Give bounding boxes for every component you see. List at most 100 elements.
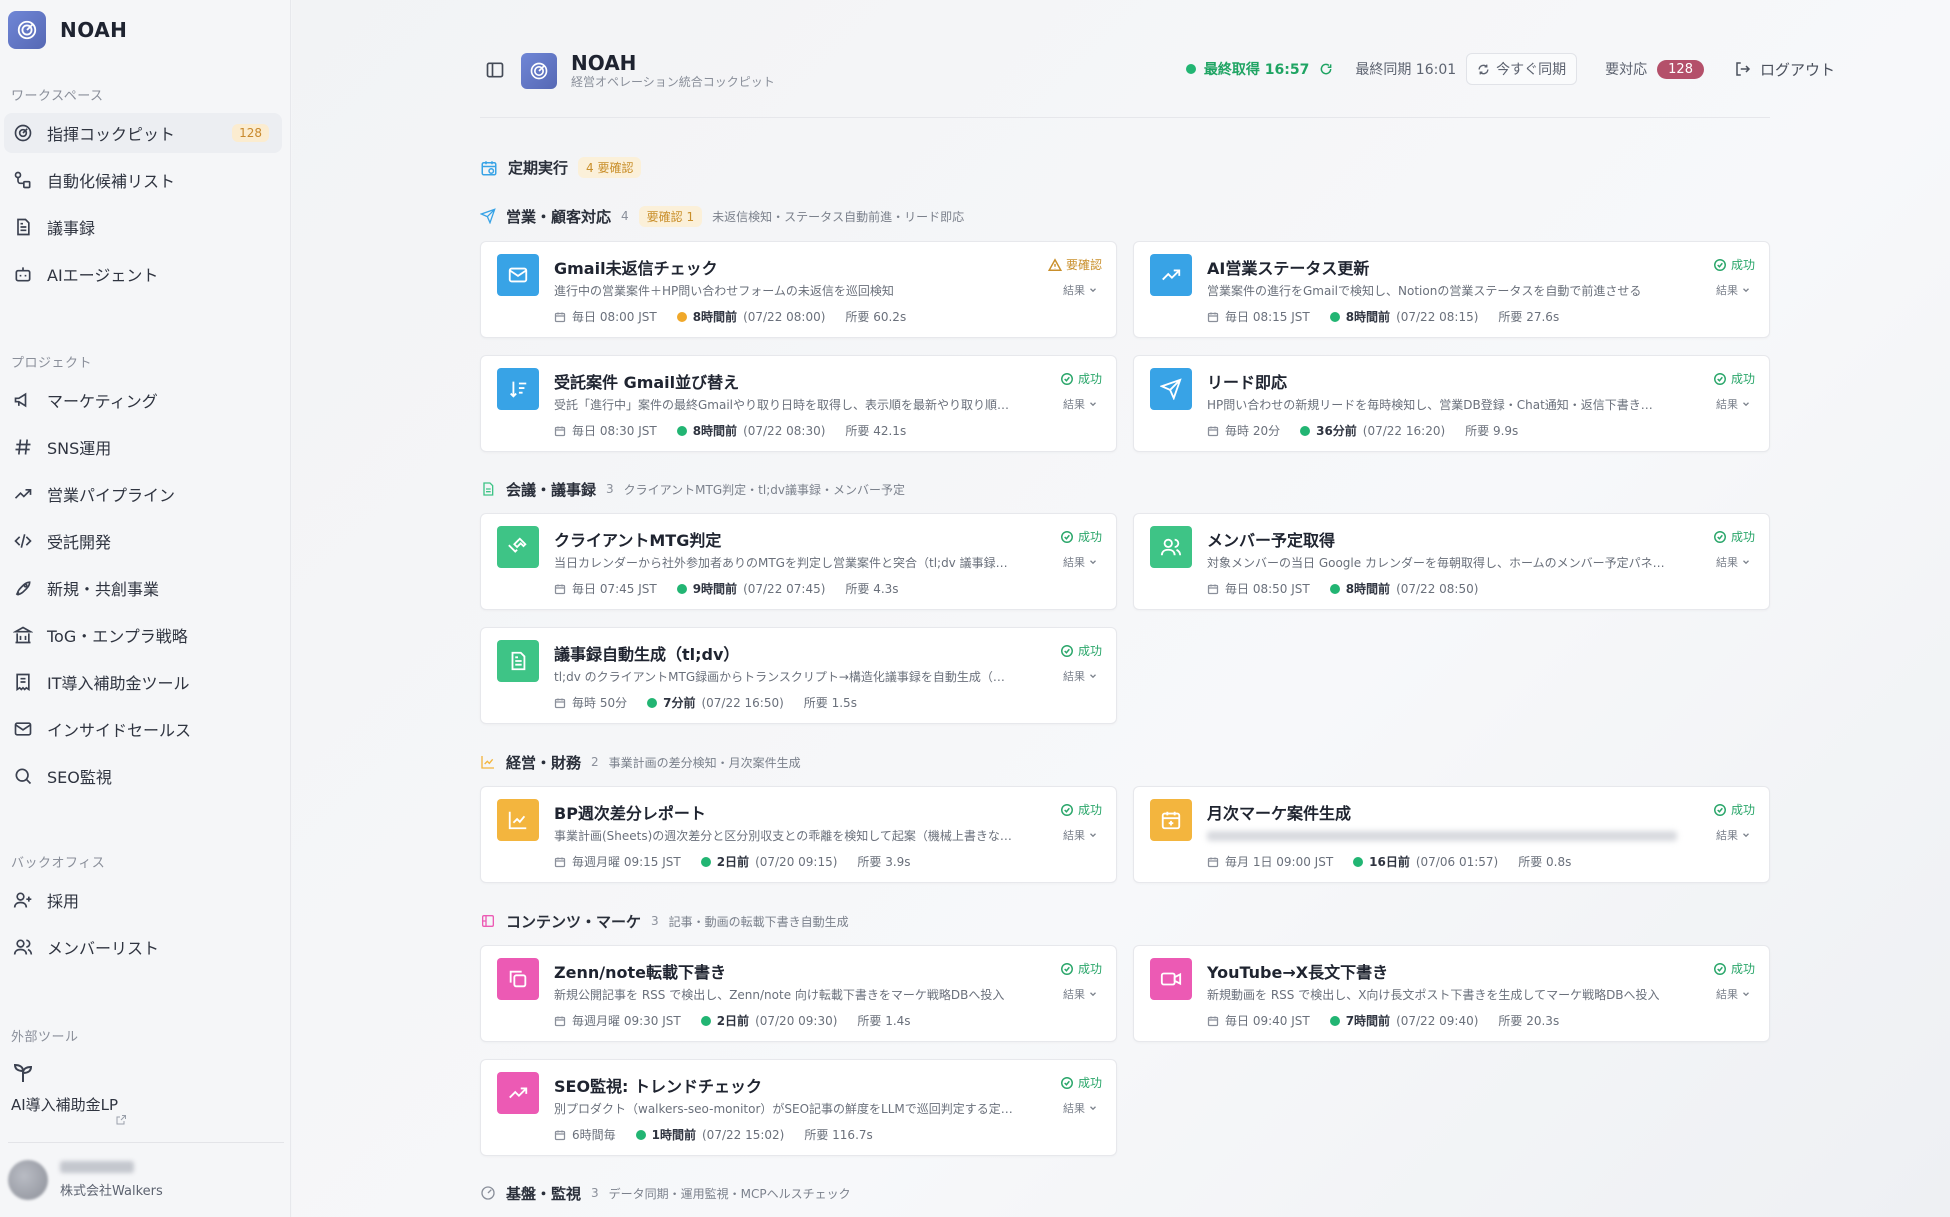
check-circle-icon (1060, 372, 1074, 386)
category-title: 経営・財務 (506, 753, 582, 772)
job-description: 当日カレンダーから社外参加者ありのMTGを判定し営業案件と突合（tl;dv 議事… (554, 556, 1008, 570)
job-last-run: 7分前 (663, 696, 696, 710)
sidebar-item-label: 受託開発 (47, 533, 112, 552)
chart-icon (497, 799, 539, 841)
sidebar: NOAH ワークスペース 指揮コックピット 128 自動化候補リスト 議事録 A… (0, 0, 291, 1217)
user-profile[interactable]: 株式会社Walkers (8, 1160, 163, 1200)
chevron-down-icon (1088, 989, 1098, 999)
job-card[interactable]: SEO監視: トレンドチェック 別プロダクト（walkers-seo-monito… (480, 1059, 1117, 1156)
job-status-label: 成功 (1077, 1076, 1102, 1090)
sidebar-item-ai-subsidy-lp[interactable]: AI導入補助金LP (11, 1060, 261, 1130)
brand[interactable]: NOAH (8, 10, 127, 50)
result-toggle[interactable]: 結果 (1716, 396, 1751, 412)
category-icon (480, 754, 496, 770)
sidebar-item-tog[interactable]: ToG・エンプラ戦略 (4, 615, 282, 655)
job-meta: 毎月 1日 09:00 JST 16日前 (07/06 01:57) 所要 0.8s (1207, 853, 1571, 870)
chevron-down-icon (1088, 285, 1098, 295)
job-last-run: 2日前 (716, 1014, 750, 1028)
result-toggle[interactable]: 結果 (1063, 282, 1098, 298)
category-count: 4 (621, 209, 629, 223)
job-card[interactable]: メンバー予定取得 対象メンバーの当日 Google カレンダーを毎朝取得し、ホーム… (1133, 513, 1770, 610)
job-status: 成功 (1713, 960, 1755, 977)
external-link-icon (115, 1114, 127, 1126)
calendar-icon (554, 311, 566, 323)
job-card[interactable]: クライアントMTG判定 当日カレンダーから社外参加者ありのMTGを判定し営業案件と… (480, 513, 1117, 610)
sidebar-item-ai-agent[interactable]: AIエージェント (4, 254, 282, 294)
job-last-run: 8時間前 (692, 310, 738, 324)
rocket-icon (12, 577, 34, 599)
result-toggle[interactable]: 結果 (1063, 396, 1098, 412)
job-last-time: (07/22 07:45) (743, 581, 826, 596)
chevron-down-icon (1088, 830, 1098, 840)
sidebar-toggle-icon[interactable] (485, 60, 507, 82)
main-area: NOAH 経営オペレーション統合コックピット 最終取得 16:57 最終同期 1… (292, 0, 1950, 1217)
sidebar-item-dev[interactable]: 受託開発 (4, 521, 282, 561)
job-card[interactable]: 受託案件 Gmail並び替え 受託「進行中」案件の最終Gmailやり取り日時を取得… (480, 355, 1117, 452)
sidebar-item-recruit[interactable]: 採用 (4, 880, 282, 920)
job-card[interactable]: 議事録自動生成（tl;dv） tl;dv のクライアントMTG録画からトランスクリ… (480, 627, 1117, 724)
result-toggle[interactable]: 結果 (1063, 1100, 1098, 1116)
category-count: 2 (591, 755, 599, 769)
last-sync: 最終同期 16:01 (1355, 62, 1457, 78)
sidebar-item-automation[interactable]: 自動化候補リスト (4, 160, 282, 200)
sidebar-item-minutes[interactable]: 議事録 (4, 207, 282, 247)
result-toggle[interactable]: 結果 (1063, 827, 1098, 843)
sidebar-divider (8, 1142, 284, 1143)
document-icon (12, 216, 34, 238)
sidebar-item-label: SNS運用 (47, 439, 112, 458)
job-last-time: (07/22 08:30) (743, 423, 826, 438)
sidebar-item-label: 自動化候補リスト (47, 172, 176, 191)
job-last-time: (07/22 15:02) (702, 1127, 785, 1142)
sidebar-item-seo[interactable]: SEO監視 (4, 756, 282, 796)
check-circle-icon (1060, 644, 1074, 658)
sidebar-item-cockpit[interactable]: 指揮コックピット 128 (4, 113, 282, 153)
job-description: 対象メンバーの当日 Google カレンダーを毎朝取得し、ホームのメンバー予定パ… (1207, 556, 1665, 570)
logout-button[interactable]: ログアウト (1734, 59, 1835, 80)
result-toggle[interactable]: 結果 (1716, 827, 1751, 843)
user-company: 株式会社Walkers (60, 1184, 163, 1199)
job-last-run: 2日前 (716, 855, 750, 869)
job-title: 議事録自動生成（tl;dv） (554, 645, 740, 664)
chevron-down-icon (1741, 285, 1751, 295)
result-toggle[interactable]: 結果 (1063, 668, 1098, 684)
job-card[interactable]: リード即応 HP問い合わせの新規リードを毎時検知し、営業DB登録・Chat通知・返… (1133, 355, 1770, 452)
job-card[interactable]: AI営業ステータス更新 営業案件の進行をGmailで検知し、Notionの営業ステ… (1133, 241, 1770, 338)
sidebar-item-sns[interactable]: SNS運用 (4, 427, 282, 467)
job-card[interactable]: BP週次差分レポート 事業計画(Sheets)の週次差分と区分別収支との乖離を検知… (480, 786, 1117, 883)
result-toggle[interactable]: 結果 (1716, 282, 1751, 298)
calendar-icon (554, 856, 566, 868)
section-project: プロジェクト (11, 356, 93, 371)
receipt-icon (12, 671, 34, 693)
job-card[interactable]: Zenn/note転載下書き 新規公開記事を RSS で検出し、Zenn/note… (480, 945, 1117, 1042)
sidebar-item-new-business[interactable]: 新規・共創事業 (4, 568, 282, 608)
refresh-icon[interactable] (1319, 62, 1333, 76)
document-icon (497, 640, 539, 682)
chevron-down-icon (1741, 989, 1751, 999)
calendar-icon (554, 583, 566, 595)
result-toggle[interactable]: 結果 (1716, 554, 1751, 570)
result-toggle[interactable]: 結果 (1063, 986, 1098, 1002)
sidebar-item-inside-sales[interactable]: インサイドセールス (4, 709, 282, 749)
last-fetch-text: 最終取得 16:57 (1203, 62, 1310, 78)
video-icon (1150, 958, 1192, 1000)
job-last-run: 7時間前 (1345, 1014, 1391, 1028)
job-status-label: 成功 (1077, 962, 1102, 976)
sidebar-item-pipeline[interactable]: 営業パイプライン (4, 474, 282, 514)
job-card[interactable]: 月次マーケ案件生成 毎月 1日 09:00 JST 16日前 (07/06 01:57… (1133, 786, 1770, 883)
sidebar-item-members[interactable]: メンバーリスト (4, 927, 282, 967)
job-last-time: (07/22 08:50) (1396, 581, 1479, 596)
job-card[interactable]: Gmail未返信チェック 進行中の営業案件＋HP問い合わせフォームの未返信を巡回検… (480, 241, 1117, 338)
job-schedule: 毎日 08:50 JST (1225, 582, 1310, 596)
result-toggle[interactable]: 結果 (1063, 554, 1098, 570)
job-status-label: 成功 (1077, 803, 1102, 817)
job-card[interactable]: YouTube→X長文下書き 新規動画を RSS で検出し、X向け長文ポスト下書き… (1133, 945, 1770, 1042)
result-label: 結果 (1716, 284, 1738, 297)
job-description: tl;dv のクライアントMTG録画からトランスクリプト→構造化議事録を自動生成… (554, 670, 1005, 684)
needs-action-badge[interactable]: 128 (1657, 59, 1704, 79)
sidebar-item-marketing[interactable]: マーケティング (4, 380, 282, 420)
success-dot-icon (1300, 425, 1311, 436)
result-toggle[interactable]: 結果 (1716, 986, 1751, 1002)
job-meta: 毎日 07:45 JST 9時間前 (07/22 07:45) 所要 4.3s (554, 580, 899, 597)
sync-now-button[interactable]: 今すぐ同期 (1466, 53, 1578, 85)
sidebar-item-it-subsidy[interactable]: IT導入補助金ツール (4, 662, 282, 702)
